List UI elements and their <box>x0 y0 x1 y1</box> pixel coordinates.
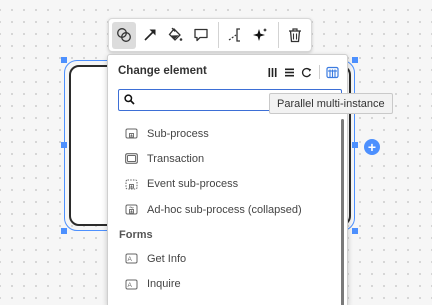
collapsed-subprocess-icon <box>125 128 138 139</box>
svg-text:A: A <box>128 256 133 263</box>
color-bucket-icon <box>168 27 183 41</box>
list-item-transaction[interactable]: Transaction <box>108 146 340 171</box>
ai-sparkle-icon <box>253 28 268 41</box>
delete-button[interactable] <box>283 22 307 49</box>
svg-text:A: A <box>128 282 133 289</box>
resize-handle-bottom-right[interactable] <box>352 228 358 234</box>
sequential-multi-instance-icon <box>285 68 294 76</box>
event-subprocess-icon <box>125 179 138 190</box>
element-list: Sub-process Transaction Event sub-proces… <box>108 121 340 297</box>
popup-title: Change element <box>118 65 207 77</box>
adhoc-subprocess-icon <box>125 204 138 215</box>
text-annotation-icon <box>228 28 240 42</box>
ad-hoc-icon <box>326 66 339 78</box>
header-divider <box>319 65 320 79</box>
list-item-label: Event sub-process <box>147 178 239 191</box>
sequential-multi-instance-toggle[interactable] <box>281 64 298 80</box>
list-item-label: Get Info <box>147 252 187 265</box>
form-icon: A <box>125 279 138 290</box>
form-icon: A <box>125 253 138 264</box>
resize-handle-left[interactable] <box>61 142 67 148</box>
loop-icon <box>301 67 312 77</box>
toolbar-divider <box>217 22 219 48</box>
ai-assist-button[interactable] <box>248 22 272 49</box>
resize-handle-top-right[interactable] <box>352 57 358 63</box>
color-button[interactable] <box>163 22 187 49</box>
connect-arrow-icon <box>144 29 156 41</box>
transaction-icon <box>125 153 138 165</box>
text-annotation-button[interactable] <box>223 22 247 49</box>
resize-handle-bottom-left[interactable] <box>61 228 67 234</box>
change-type-icon <box>117 28 132 42</box>
plus-icon: + <box>367 139 377 155</box>
group-label-forms: Forms <box>119 229 153 242</box>
comment-icon <box>193 28 208 42</box>
list-item-ad-hoc-sub-process[interactable]: Ad-hoc sub-process (collapsed) <box>108 197 340 222</box>
toolbar-divider <box>277 22 279 48</box>
change-type-button[interactable] <box>112 21 137 49</box>
context-pad-toolbar <box>108 18 312 52</box>
list-item-get-info[interactable]: A Get Info <box>108 246 340 271</box>
search-icon <box>124 94 135 105</box>
tooltip: Parallel multi-instance <box>269 93 393 114</box>
popup-scrollbar[interactable] <box>341 119 344 305</box>
list-item-label: Sub-process <box>147 127 209 140</box>
list-item-sub-process[interactable]: Sub-process <box>108 121 340 146</box>
parallel-multi-instance-toggle[interactable] <box>264 64 281 80</box>
list-item-label: Ad-hoc sub-process (collapsed) <box>147 203 302 216</box>
list-item-label: Inquire <box>147 278 181 291</box>
connect-button[interactable] <box>137 22 161 49</box>
list-item-inquire[interactable]: A Inquire <box>108 271 340 296</box>
list-item-event-sub-process[interactable]: Event sub-process <box>108 172 340 197</box>
resize-handle-top-left[interactable] <box>61 57 67 63</box>
ad-hoc-toggle[interactable] <box>324 64 341 80</box>
list-item-label: Transaction <box>147 152 205 165</box>
resize-handle-right[interactable] <box>352 142 358 148</box>
loop-toggle[interactable] <box>298 64 315 80</box>
popup-header-toggles <box>264 64 341 80</box>
trash-icon <box>288 28 301 43</box>
parallel-multi-instance-icon <box>268 67 277 77</box>
change-element-popup: Change element Sub-process Transaction E… <box>107 54 348 305</box>
append-element-button[interactable]: + <box>364 139 380 155</box>
comment-button[interactable] <box>188 22 212 49</box>
